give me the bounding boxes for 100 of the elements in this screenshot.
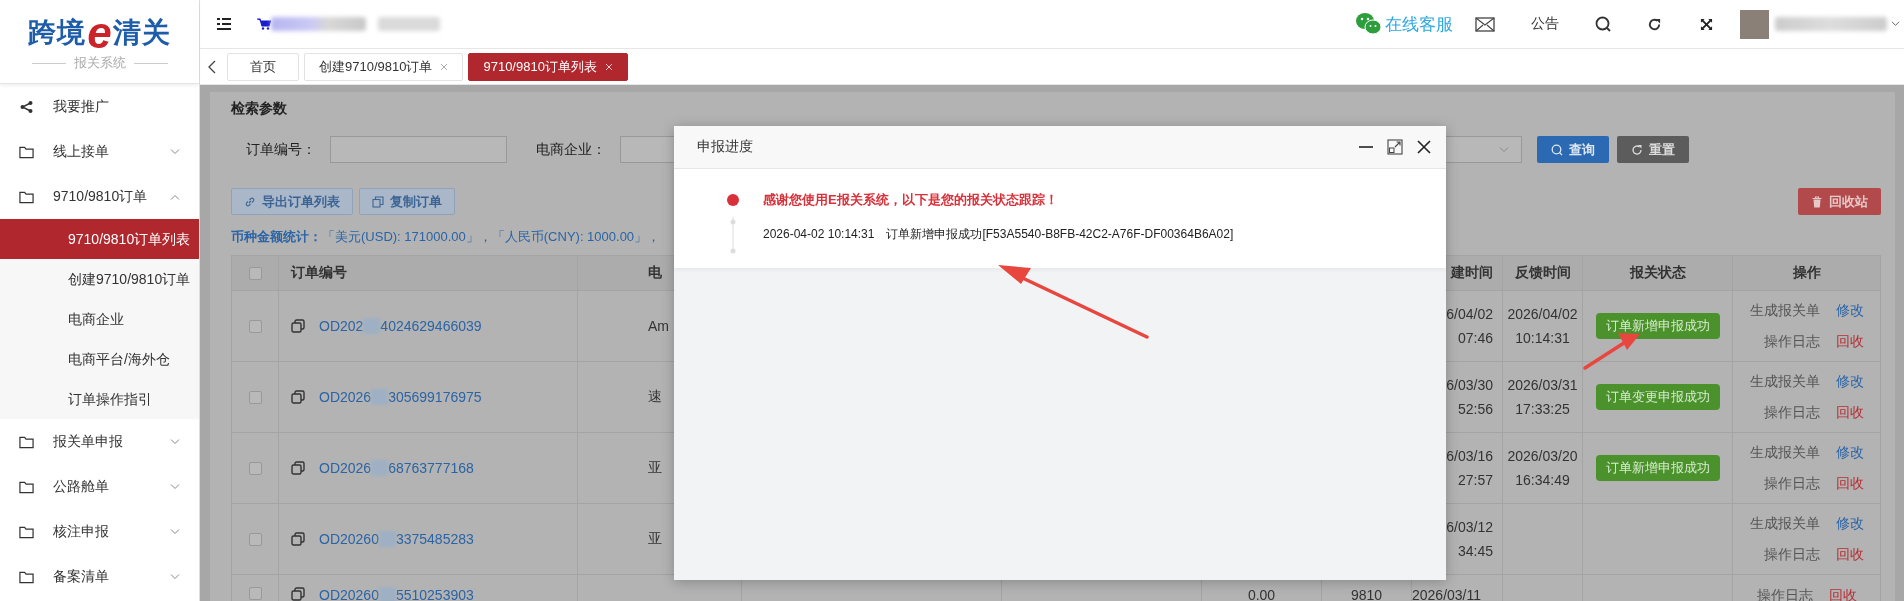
caret-icon[interactable] — [1891, 21, 1900, 27]
action-link[interactable]: 回收 — [1836, 474, 1864, 493]
chevron-icon — [170, 574, 180, 580]
sidebar-item[interactable]: 我要推广 — [0, 84, 199, 129]
copy-button[interactable]: 复制订单 — [359, 188, 455, 215]
submenu-item[interactable]: 订单操作指引 — [0, 379, 199, 419]
export-button[interactable]: 导出订单列表 — [231, 188, 353, 215]
close-icon[interactable] — [1416, 139, 1432, 155]
mail-icon[interactable] — [1475, 16, 1495, 32]
checkbox[interactable] — [248, 390, 262, 404]
refresh-icon[interactable] — [1647, 16, 1662, 32]
folder-icon — [19, 144, 34, 159]
checkbox[interactable] — [248, 319, 262, 333]
annotation-arrow — [1583, 333, 1640, 370]
share-icon — [19, 99, 34, 114]
sidebar-item[interactable]: 备案清单 — [0, 554, 199, 599]
table-cell: 17:33:25 — [1515, 401, 1570, 417]
chevron-icon — [170, 149, 180, 155]
copy-icon[interactable] — [291, 461, 305, 475]
sidebar-item[interactable]: 核注申报 — [0, 509, 199, 554]
table-cell: 0.00 — [1247, 587, 1276, 601]
action-link[interactable]: 回收 — [1836, 332, 1864, 351]
menu-icon[interactable] — [217, 18, 231, 30]
action-link[interactable]: 生成报关单 — [1750, 372, 1820, 391]
refresh-icon — [1631, 143, 1643, 156]
column-header: 电 — [648, 264, 662, 282]
status-badge: 订单新增申报成功 — [1595, 313, 1720, 339]
action-link[interactable]: 生成报关单 — [1750, 301, 1820, 320]
checkbox[interactable] — [248, 532, 262, 546]
table-cell: 52:56 — [1457, 401, 1493, 417]
order-number-link[interactable]: OD2026 305699176975 — [319, 389, 482, 405]
chevron-icon — [170, 484, 180, 490]
action-link[interactable]: 修改 — [1836, 301, 1864, 320]
maximize-icon[interactable] — [1387, 139, 1403, 155]
submenu-item[interactable]: 电商企业 — [0, 299, 199, 339]
search-button[interactable]: 查询 — [1537, 136, 1609, 163]
fullscreen-icon[interactable] — [1700, 17, 1713, 31]
logo-text: 跨境 — [28, 16, 87, 50]
sidebar-item[interactable]: 公路舱单 — [0, 464, 199, 509]
action-link[interactable]: 生成报关单 — [1750, 443, 1820, 462]
table-cell: 亚 — [648, 530, 662, 548]
copy-icon[interactable] — [291, 319, 305, 333]
order-number-link[interactable]: OD20260 3375485283 — [319, 531, 474, 547]
checkbox[interactable] — [248, 461, 262, 475]
action-link[interactable]: 操作日志 — [1750, 403, 1820, 422]
action-link[interactable]: 回收 — [1836, 403, 1864, 422]
column-header: 报关状态 — [1629, 264, 1686, 282]
table-cell: 6/03/16 — [1446, 448, 1493, 464]
sidebar-item[interactable]: 线上接单 — [0, 129, 199, 174]
order-number-link[interactable]: OD20260 5510253903 — [319, 587, 474, 601]
order-number-link[interactable]: OD202 4024629466039 — [319, 318, 482, 334]
tab[interactable]: 首页 — [227, 52, 299, 81]
dialog-title: 申报进度 — [697, 138, 753, 156]
checkbox[interactable] — [248, 266, 262, 280]
table-cell: 速 — [648, 388, 662, 406]
search-icon[interactable] — [1595, 16, 1611, 32]
tab[interactable]: 9710/9810订单列表 — [468, 52, 628, 81]
action-link[interactable]: 回收 — [1836, 545, 1864, 564]
action-link[interactable]: 操作日志 — [1750, 332, 1820, 351]
chevron-icon — [170, 194, 180, 200]
submenu-item[interactable]: 电商平台/海外仓 — [0, 339, 199, 379]
chat-bubbles-icon[interactable] — [1355, 12, 1381, 36]
action-link[interactable]: 修改 — [1836, 514, 1864, 533]
table-cell: 2026/03/11 — [1412, 587, 1482, 601]
sidebar-item[interactable]: 9710/9810订单 — [0, 174, 199, 219]
sidebar-item[interactable]: 报关单申报 — [0, 419, 199, 464]
action-link[interactable]: 操作日志 — [1750, 545, 1820, 564]
table-cell: 10:14:31 — [1515, 330, 1570, 346]
table-cell: 6/04/02 — [1446, 306, 1493, 322]
section-title: 检索参数 — [231, 100, 288, 118]
copy-icon[interactable] — [291, 390, 305, 404]
submenu-item[interactable]: 创建9710/9810订单 — [0, 259, 199, 299]
notice-link[interactable]: 公告 — [1531, 15, 1559, 33]
timeline-text: 订单新增申报成功[F53A5540-B8FB-42C2-A76F-DF00364B6A02] — [886, 225, 1234, 243]
copy-icon[interactable] — [291, 587, 305, 601]
checkbox[interactable] — [248, 587, 262, 600]
table-cell: 2026/03/20 — [1507, 448, 1578, 464]
order-number-link[interactable]: OD2026 68763777168 — [319, 460, 474, 476]
folder-icon — [19, 434, 34, 449]
blurred-text — [378, 17, 440, 31]
action-link[interactable]: 修改 — [1836, 443, 1864, 462]
recycle-bin-button[interactable]: 回收站 — [1798, 188, 1881, 215]
input-field[interactable] — [330, 136, 507, 163]
chevron-left-icon[interactable] — [208, 59, 216, 74]
table-cell: 9810 — [1350, 587, 1383, 601]
copy-icon[interactable] — [291, 532, 305, 546]
column-header: 操作 — [1793, 264, 1821, 282]
table-cell: 2026/03/31 — [1507, 377, 1578, 393]
tab[interactable]: 创建9710/9810订单 — [304, 52, 464, 81]
action-link[interactable]: 修改 — [1836, 372, 1864, 391]
submenu-item[interactable]: 9710/9810订单列表 — [0, 219, 199, 259]
avatar-photo-placeholder[interactable] — [1740, 9, 1769, 39]
action-link[interactable]: 生成报关单 — [1750, 514, 1820, 533]
column-header: 订单编号 — [291, 264, 347, 282]
action-link[interactable]: 操作日志 — [1750, 474, 1820, 493]
folder-icon — [19, 479, 34, 494]
reset-button[interactable]: 重置 — [1617, 136, 1689, 163]
online-support-link[interactable]: 在线客服 — [1385, 12, 1453, 36]
link-icon — [244, 195, 256, 208]
timeline-line — [730, 217, 736, 255]
